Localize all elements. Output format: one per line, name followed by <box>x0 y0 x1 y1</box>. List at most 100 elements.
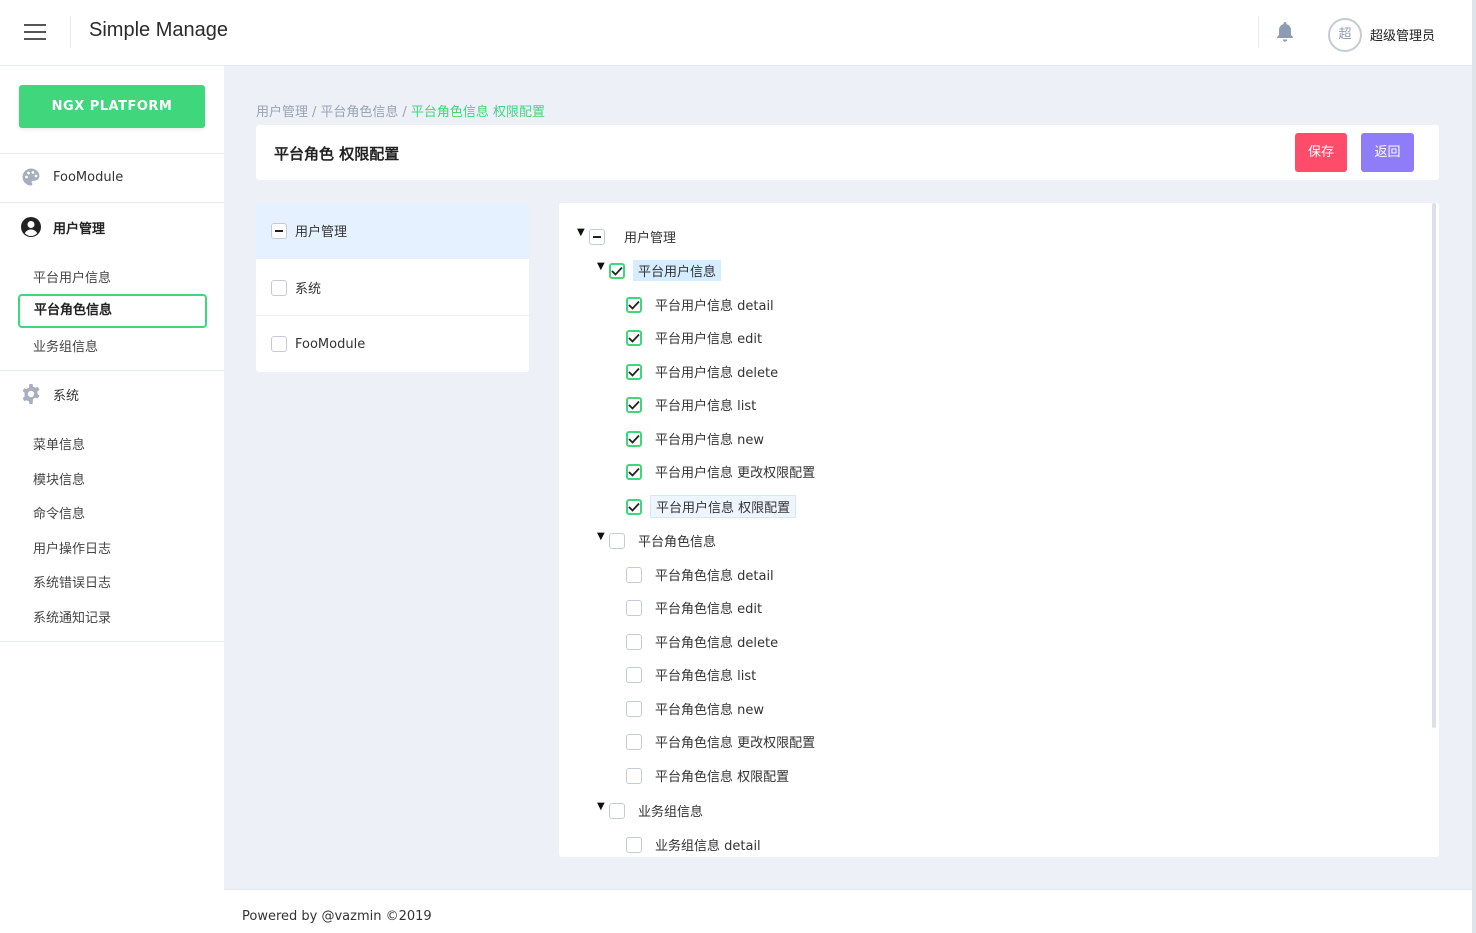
tree-node-label: 平台用户信息 new <box>655 433 765 448</box>
tree-node-label: 平台用户信息 权限配置 <box>650 495 797 518</box>
breadcrumb-item[interactable]: 平台角色信息 <box>320 105 398 120</box>
sidebar-item-platform-users[interactable]: 平台用户信息 <box>33 267 111 286</box>
tree-node-leaf[interactable]: 平台用户信息 list <box>626 394 761 415</box>
module-checkbox[interactable] <box>271 336 287 352</box>
tree-node-label: 业务组信息 <box>638 805 704 820</box>
tree-node-leaf[interactable]: 平台角色信息 更改权限配置 <box>626 731 820 752</box>
tree-checkbox[interactable] <box>626 363 642 380</box>
app-title[interactable]: Simple Manage <box>89 19 228 42</box>
tree-node-leaf[interactable]: 平台角色信息 list <box>626 664 761 685</box>
sidebar-divider <box>0 370 224 371</box>
tree-checkbox[interactable] <box>626 498 642 515</box>
breadcrumb-separator: / <box>402 105 407 120</box>
tree-node-leaf[interactable]: 平台用户信息 delete <box>626 361 783 382</box>
tree-node-leaf[interactable]: 平台角色信息 权限配置 <box>626 765 794 786</box>
expand-arrow-icon[interactable]: ▼ <box>577 227 589 238</box>
tree-checkbox[interactable] <box>609 262 625 279</box>
sidebar-divider <box>0 641 224 642</box>
sidebar-item-user-operation-log[interactable]: 用户操作日志 <box>33 538 111 557</box>
gear-icon <box>20 383 42 405</box>
tree-checkbox[interactable] <box>626 767 642 784</box>
tree-node-label: 平台用户信息 delete <box>655 366 779 381</box>
expand-arrow-icon[interactable]: ▼ <box>597 531 609 542</box>
module-list: 用户管理 系统 FooModule <box>256 203 529 372</box>
module-checkbox[interactable] <box>271 222 287 239</box>
tree-checkbox[interactable] <box>626 700 642 717</box>
tree-node-label: 平台用户信息 detail <box>655 299 774 314</box>
page-header-card: 平台角色 权限配置 保存 返回 <box>256 125 1439 180</box>
sidebar-divider <box>0 202 224 203</box>
breadcrumb: 用户管理 / 平台角色信息 / 平台角色信息 权限配置 <box>256 101 545 120</box>
bell-icon[interactable] <box>1274 20 1296 44</box>
tree-node-group[interactable]: ▼ 平台角色信息 <box>597 530 721 551</box>
hamburger-icon[interactable] <box>24 24 46 42</box>
tree-checkbox[interactable] <box>626 430 642 447</box>
module-checkbox[interactable] <box>271 279 287 296</box>
sidebar-divider <box>0 153 224 154</box>
tree-node-leaf[interactable]: 平台用户信息 new <box>626 428 769 449</box>
tree-node-label: 平台角色信息 <box>638 535 717 550</box>
tree-node-label: 平台角色信息 list <box>655 669 757 684</box>
sidebar-item-menu-info[interactable]: 菜单信息 <box>33 434 85 453</box>
tree-checkbox[interactable] <box>626 599 642 616</box>
tree-node-group[interactable]: ▼ 平台用户信息 <box>597 260 722 281</box>
tree-checkbox[interactable] <box>626 733 642 750</box>
module-label: 系统 <box>295 282 322 297</box>
scrollbar[interactable] <box>1432 203 1436 728</box>
sidebar-group-label: FooModule <box>53 169 124 185</box>
sidebar-item-platform-roles[interactable]: 平台角色信息 <box>18 294 207 328</box>
tree-checkbox[interactable] <box>626 396 642 413</box>
tree-checkbox[interactable] <box>626 296 642 313</box>
module-item-foomodule[interactable]: FooModule <box>256 316 529 372</box>
tree-checkbox[interactable] <box>626 836 642 853</box>
sidebar-group-user-management[interactable]: 用户管理 <box>20 216 105 238</box>
avatar[interactable]: 超 <box>1328 18 1362 52</box>
tree-node-leaf[interactable]: 平台角色信息 detail <box>626 564 779 585</box>
tree-checkbox[interactable] <box>626 566 642 583</box>
footer: Powered by @vazmin ©2019 <box>224 889 1472 933</box>
tree-node-leaf[interactable]: 平台角色信息 edit <box>626 597 767 618</box>
tree-checkbox[interactable] <box>626 666 642 683</box>
header-divider <box>70 16 71 48</box>
module-label: FooModule <box>295 336 366 352</box>
expand-arrow-icon[interactable]: ▼ <box>597 801 609 812</box>
module-item-user-management[interactable]: 用户管理 <box>256 203 529 259</box>
palette-icon <box>20 166 42 188</box>
expand-arrow-icon[interactable]: ▼ <box>597 261 609 272</box>
tree-node-group[interactable]: ▼ 业务组信息 <box>597 800 708 821</box>
tree-checkbox[interactable] <box>589 228 605 245</box>
tree-checkbox[interactable] <box>609 802 625 819</box>
tree-node-leaf[interactable]: 平台用户信息 edit <box>626 327 767 348</box>
breadcrumb-current: 平台角色信息 权限配置 <box>410 105 545 120</box>
tree-node-leaf[interactable]: 平台用户信息 权限配置 <box>626 495 797 518</box>
tree-node-root[interactable]: ▼ 用户管理 <box>577 226 681 247</box>
tree-checkbox[interactable] <box>626 463 642 480</box>
tree-checkbox[interactable] <box>626 633 642 650</box>
tree-node-label: 平台用户信息 edit <box>655 332 763 347</box>
username[interactable]: 超级管理员 <box>1370 25 1435 44</box>
sidebar-group-foomodule[interactable]: FooModule <box>20 166 123 188</box>
sidebar: NGX PLATFORM FooModule 用户管理 平台用户信息 平台角色信… <box>0 66 224 933</box>
tree-checkbox[interactable] <box>609 532 625 549</box>
sidebar-group-system[interactable]: 系统 <box>20 383 79 405</box>
breadcrumb-separator: / <box>312 105 317 120</box>
platform-button[interactable]: NGX PLATFORM <box>19 85 205 128</box>
tree-checkbox[interactable] <box>626 329 642 346</box>
tree-node-leaf[interactable]: 平台角色信息 delete <box>626 631 783 652</box>
sidebar-item-module-info[interactable]: 模块信息 <box>33 469 85 488</box>
tree-node-label: 用户管理 <box>624 231 677 246</box>
tree-node-leaf[interactable]: 业务组信息 detail <box>626 834 766 855</box>
page-title: 平台角色 权限配置 <box>274 145 400 163</box>
back-button[interactable]: 返回 <box>1361 133 1414 172</box>
footer-text: Powered by @vazmin ©2019 <box>242 909 432 924</box>
sidebar-item-business-groups[interactable]: 业务组信息 <box>33 336 98 355</box>
tree-node-leaf[interactable]: 平台角色信息 new <box>626 698 769 719</box>
sidebar-item-notification-records[interactable]: 系统通知记录 <box>33 607 111 626</box>
tree-node-leaf[interactable]: 平台用户信息 detail <box>626 294 779 315</box>
tree-node-leaf[interactable]: 平台用户信息 更改权限配置 <box>626 461 820 482</box>
module-item-system[interactable]: 系统 <box>256 260 529 316</box>
breadcrumb-item[interactable]: 用户管理 <box>256 105 308 120</box>
save-button[interactable]: 保存 <box>1295 133 1347 172</box>
sidebar-item-command-info[interactable]: 命令信息 <box>33 503 85 522</box>
sidebar-item-system-error-log[interactable]: 系统错误日志 <box>33 572 111 591</box>
